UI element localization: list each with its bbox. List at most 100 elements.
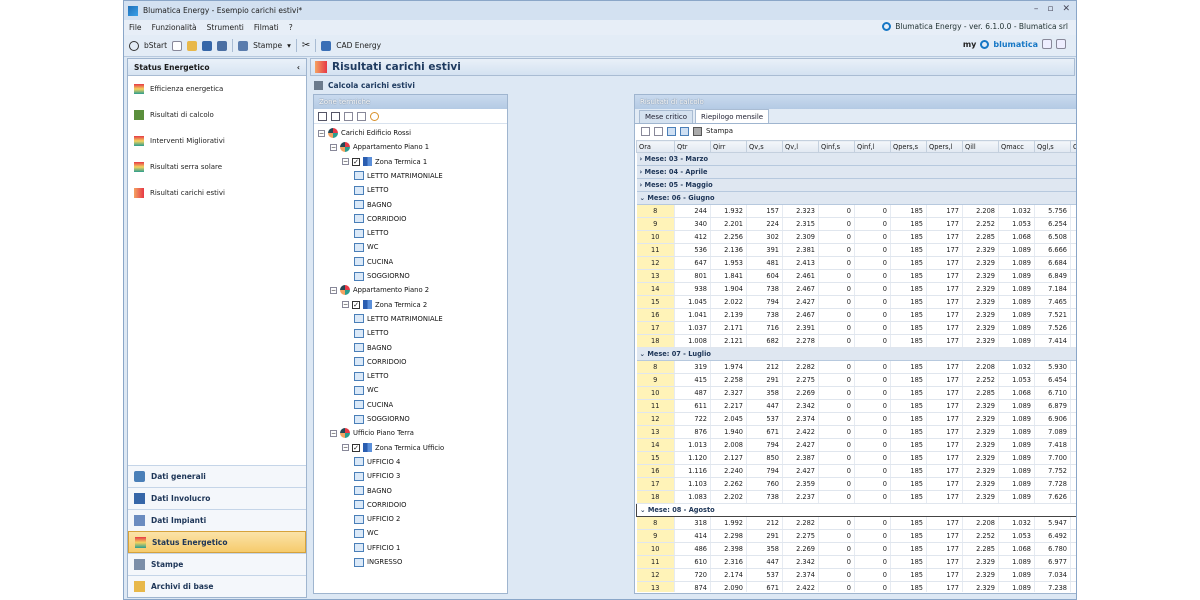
chevron-down-icon[interactable]: ▾ [287, 41, 291, 50]
nav-interventi-migliorativi[interactable]: Interventi Migliorativi [128, 128, 306, 154]
tree-node-room[interactable]: BAGNO [354, 484, 392, 498]
table-row[interactable]: 10 487 2.327 358 2.269 0 0 185 177 2.285 1.068 6.71… [636, 386, 1076, 400]
table-row[interactable]: 9 340 2.201 224 2.315 0 0 185 177 2.252 1.053 6.254… [636, 217, 1076, 231]
table-row[interactable]: 18 1.008 2.121 682 2.278 0 0 185 177 2.329 1.089 7.… [636, 334, 1076, 348]
save-all-icon[interactable] [217, 40, 228, 51]
section-stampe[interactable]: Stampe [128, 553, 306, 575]
tree-node-room[interactable]: UFFICIO 4 [354, 455, 400, 469]
table-row[interactable]: 12 720 2.174 537 2.374 0 0 185 177 2.329 1.089 7.03… [636, 568, 1076, 582]
column-header[interactable]: Qirr [710, 140, 747, 153]
table-row[interactable]: 13 876 1.940 671 2.422 0 0 185 177 2.329 1.089 7.08… [636, 425, 1076, 439]
tree-node-room[interactable]: LETTO MATRIMONIALE [354, 312, 443, 326]
nav-risultati-serra-solare[interactable]: Risultati serra solare [128, 154, 306, 180]
table-row[interactable]: 16 1.041 2.139 738 2.467 0 0 185 177 2.329 1.089 7.… [636, 308, 1076, 322]
menu-file[interactable]: File [129, 23, 142, 32]
table-row[interactable]: 8 319 1.974 212 2.282 0 0 185 177 2.208 1.032 5.930… [636, 360, 1076, 374]
menu-help[interactable]: ? [289, 23, 293, 32]
expand-groups-icon[interactable] [641, 126, 650, 136]
tree-node-room[interactable]: CORRIDOIO [354, 212, 406, 226]
tree-node-room[interactable]: CUCINA [354, 255, 393, 269]
column-header[interactable]: Qinf,s [818, 140, 855, 153]
column-header[interactable]: Qv,s [746, 140, 783, 153]
tree-node-room[interactable]: BAGNO [354, 198, 392, 212]
tree-node-room[interactable]: LETTO [354, 326, 389, 340]
zone-checkbox[interactable]: ✓ [352, 300, 360, 309]
column-header[interactable]: Qpers,l [926, 140, 963, 153]
new-file-icon[interactable] [172, 40, 183, 51]
tree-node-apt[interactable]: − Ufficio Piano Terra [330, 426, 414, 440]
zone-checkbox[interactable]: ✓ [352, 157, 360, 166]
zone-checkbox[interactable]: ✓ [352, 443, 360, 452]
month-group-row[interactable]: › Mese: 04 - Aprile [636, 165, 1076, 179]
column-header[interactable]: Qill [962, 140, 999, 153]
open-folder-icon[interactable] [187, 40, 198, 51]
month-group-row[interactable]: ⌄ Mese: 08 - Agosto [636, 503, 1076, 517]
check-all-icon[interactable] [318, 111, 327, 121]
layout-icon[interactable] [1042, 39, 1052, 49]
table-row[interactable]: 11 610 2.316 447 2.342 0 0 185 177 2.329 1.089 6.97… [636, 555, 1076, 569]
month-group-row[interactable]: › Mese: 03 - Marzo [636, 152, 1076, 166]
column-header[interactable]: Qv,l [782, 140, 819, 153]
column-header[interactable]: Qgl,s [1034, 140, 1071, 153]
table-row[interactable]: 9 415 2.258 291 2.275 0 0 185 177 2.252 1.053 6.454… [636, 373, 1076, 387]
tree-node-apt[interactable]: − Appartamento Piano 1 [330, 140, 429, 154]
column-header[interactable]: Qgl,l [1070, 140, 1076, 153]
table-row[interactable]: 14 1.013 2.008 794 2.427 0 0 185 177 2.329 1.089 7.… [636, 438, 1076, 452]
start-button[interactable]: bStart [144, 41, 167, 50]
columns-icon[interactable] [680, 126, 689, 136]
table-row[interactable]: 13 801 1.841 604 2.461 0 0 185 177 2.329 1.089 6.84… [636, 269, 1076, 283]
column-header[interactable]: Qinf,l [854, 140, 891, 153]
stampe-button[interactable]: Stampe [253, 41, 282, 50]
close-icon[interactable]: ✕ [1062, 4, 1070, 14]
nav-risultati-carichi-estivi[interactable]: Risultati carichi estivi [128, 180, 306, 206]
grid-icon[interactable] [1056, 39, 1066, 49]
menu-filmati[interactable]: Filmati [254, 23, 279, 32]
restore-icon[interactable]: ▫ [1047, 4, 1053, 14]
tree-node-room[interactable]: WC [354, 526, 378, 540]
tree-node-room[interactable]: UFFICIO 2 [354, 512, 400, 526]
table-row[interactable]: 15 1.120 2.127 850 2.387 0 0 185 177 2.329 1.089 7.… [636, 451, 1076, 465]
tree-node-root[interactable]: − Carichi Edificio Rossi [318, 126, 411, 140]
month-group-row[interactable]: ⌄ Mese: 06 - Giugno [636, 191, 1076, 205]
column-header[interactable]: Qpers,s [890, 140, 927, 153]
tree-node-room[interactable]: WC [354, 383, 378, 397]
tools-icon[interactable]: ✂ [302, 40, 310, 51]
calculate-button[interactable]: Calcola carichi estivi [328, 81, 415, 90]
section-archivi-base[interactable]: Archivi di base [128, 575, 306, 597]
expand-all-icon[interactable] [344, 111, 353, 121]
uncheck-all-icon[interactable] [331, 111, 340, 121]
tree-node-zone[interactable]: − ✓ Zona Termica 1 [342, 155, 427, 169]
tree-node-room[interactable]: CORRIDOIO [354, 355, 406, 369]
nav-efficienza-energetica[interactable]: Efficienza energetica [128, 76, 306, 102]
tree-node-room[interactable]: LETTO [354, 183, 389, 197]
column-header[interactable]: Ora [636, 140, 675, 153]
tree-node-apt[interactable]: − Appartamento Piano 2 [330, 283, 429, 297]
table-row[interactable]: 13 874 2.090 671 2.422 0 0 185 177 2.329 1.089 7.23… [636, 581, 1076, 592]
table-row[interactable]: 12 722 2.045 537 2.374 0 0 185 177 2.329 1.089 6.90… [636, 412, 1076, 426]
tab-riepilogo-mensile[interactable]: Riepilogo mensile [695, 109, 770, 123]
tree-node-zone[interactable]: − ✓ Zona Termica Ufficio [342, 441, 444, 455]
tab-mese-critico[interactable]: Mese critico [639, 110, 694, 123]
minimize-icon[interactable]: – [1034, 4, 1039, 14]
collapse-all-icon[interactable] [357, 111, 366, 121]
tree-collapse-icon[interactable]: − [330, 286, 337, 294]
table-row[interactable]: 9 414 2.298 291 2.275 0 0 185 177 2.252 1.053 6.492… [636, 529, 1076, 543]
table-row[interactable]: 16 1.116 2.240 794 2.427 0 0 185 177 2.329 1.089 7.… [636, 464, 1076, 478]
tree-collapse-icon[interactable]: − [342, 158, 349, 166]
tree-collapse-icon[interactable]: − [330, 143, 337, 151]
table-row[interactable]: 8 244 1.932 157 2.323 0 0 185 177 2.208 1.032 5.756… [636, 204, 1076, 218]
tree-node-room[interactable]: UFFICIO 1 [354, 541, 400, 555]
tree-collapse-icon[interactable]: − [318, 129, 325, 137]
table-row[interactable]: 17 1.037 2.171 716 2.391 0 0 185 177 2.329 1.089 7.… [636, 321, 1076, 335]
tree-node-room[interactable]: LETTO [354, 226, 389, 240]
column-header[interactable]: Qtr [674, 140, 711, 153]
tree-node-room[interactable]: LETTO MATRIMONIALE [354, 169, 443, 183]
collapse-icon[interactable]: ‹ [297, 63, 300, 72]
tree-collapse-icon[interactable]: − [342, 301, 349, 309]
save-icon[interactable] [202, 40, 213, 51]
table-row[interactable]: 10 486 2.398 358 2.269 0 0 185 177 2.285 1.068 6.78… [636, 542, 1076, 556]
table-row[interactable]: 17 1.103 2.262 760 2.359 0 0 185 177 2.329 1.089 7.… [636, 477, 1076, 491]
month-group-row[interactable]: ⌄ Mese: 07 - Luglio [636, 347, 1076, 361]
tree-node-room[interactable]: BAGNO [354, 341, 392, 355]
chevron-down-icon[interactable]: ⌄ [640, 506, 648, 514]
